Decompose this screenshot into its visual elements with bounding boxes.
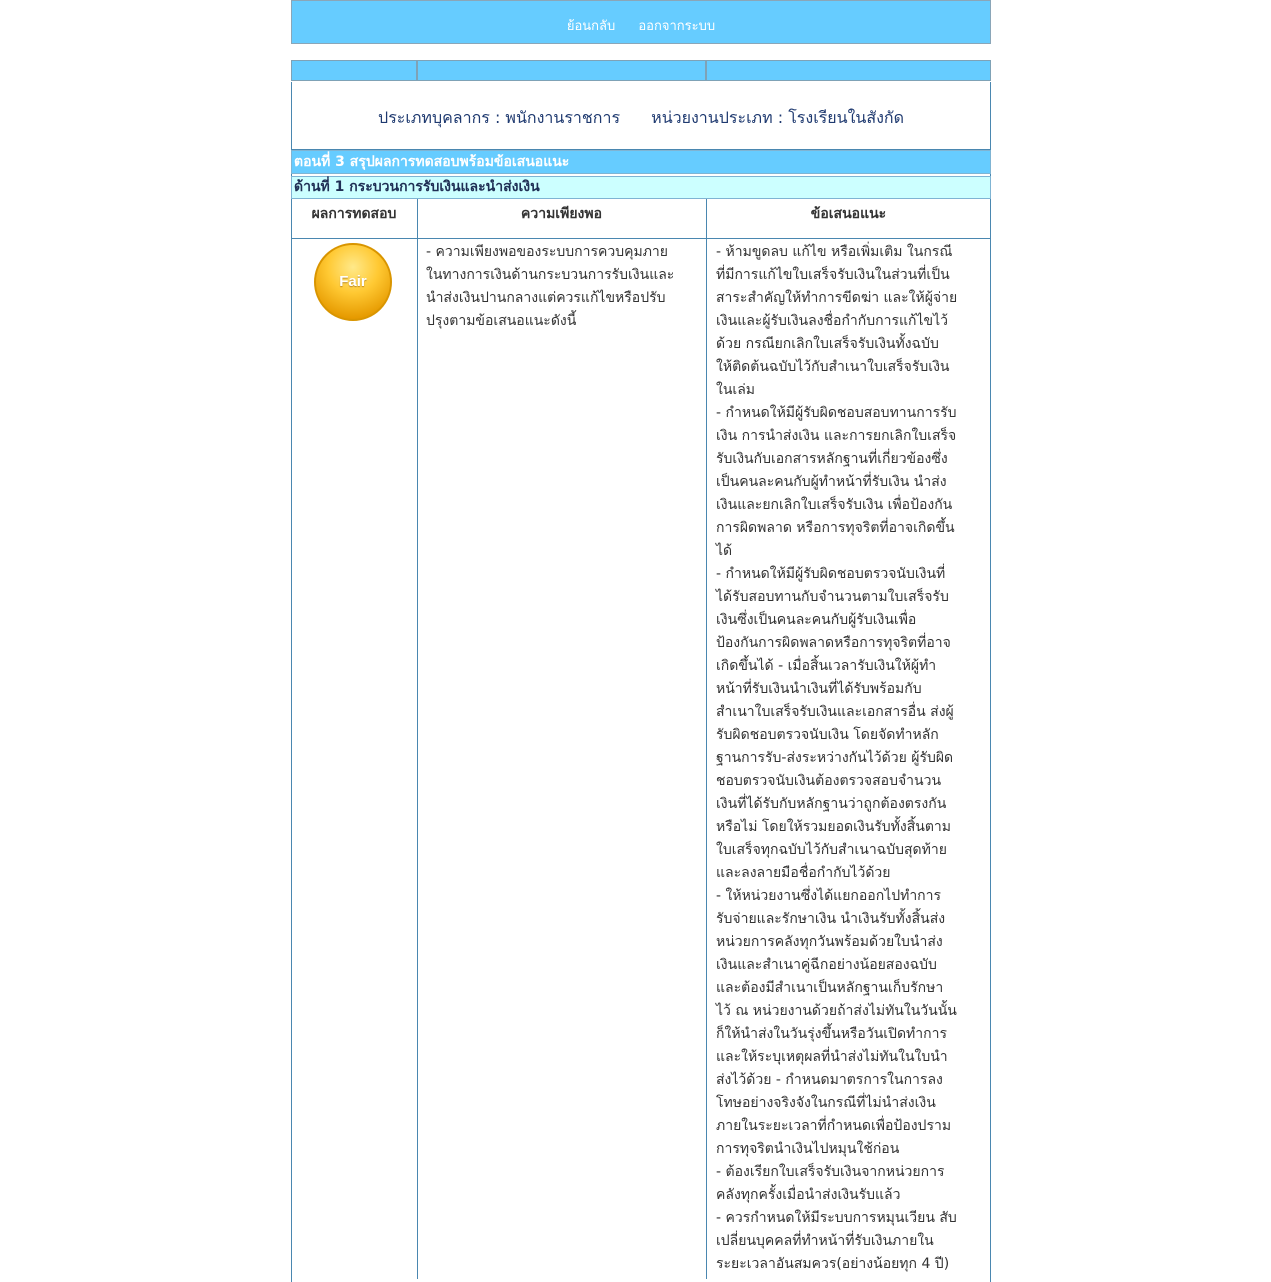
recommendation-line: - กำหนดให้มีผู้รับผิดชอบตรวจนับเงินที่	[716, 566, 946, 582]
aspect-title-bar: ด้านที่ 1 กระบวนการรับเงินและนำส่งเงิน	[291, 176, 991, 199]
recommendation-line: ส่งไว้ด้วย - กำหนดมาตรการในการลง	[716, 1072, 943, 1088]
recommendation-line: สาระสำคัญให้ทำการขีดฆ่า และให้ผู้จ่าย	[716, 290, 958, 306]
recommendation-line: คลังทุกครั้งเมื่อนำส่งเงินรับแล้ว	[716, 1187, 901, 1203]
recommendation-line: เงินที่ได้รับกับหลักฐานว่าถูกต้องตรงกัน	[716, 796, 947, 812]
top-cell-1	[291, 60, 417, 81]
recommendation-line: โทษอย่างจริงจังในกรณีที่ไม่นำส่งเงิน	[716, 1095, 936, 1111]
top-cell-3	[706, 60, 991, 81]
part-title-bar: ตอนที่ 3 สรุปผลการทดสอบพร้อมข้อเสนอแนะ	[291, 150, 991, 174]
table-top-row	[291, 60, 991, 82]
recommendation-line: ก็ให้นำส่งในวันรุ่งขึ้นหรือวันเปิดทำการ	[716, 1026, 947, 1042]
column-header-adequacy: ความเพียงพอ	[417, 199, 706, 239]
recommendation-line: ไว้ ณ หน่วยงานด้วยถ้าส่งไม่ทันในวันนั้น	[716, 1003, 957, 1019]
report-heading: ประเภทบุคลากร : พนักงานราชการ หน่วยงานปร…	[291, 82, 991, 150]
recommendation-line: เป็นคนละคนกับผู้ทำหน้าที่รับเงิน นำส่ง	[716, 474, 947, 490]
column-divider	[706, 199, 707, 1279]
recommendation-line: เงินซึ่งเป็นคนละคนกับผู้รับเงินเพื่อ	[716, 612, 917, 628]
recommendation-line: ด้วย กรณียกเลิกใบเสร็จรับเงินทั้งฉบับ	[716, 336, 939, 352]
recommendation-line: การผิดพลาด หรือการทุจริตที่อาจเกิดขึ้น	[716, 520, 955, 536]
recommendation-line: และให้ระบุเหตุผลที่นำส่งไม่ทันในใบนำ	[716, 1049, 948, 1065]
recommendation-line: ป้องกันการผิดพลาดหรือการทุจริตที่อาจ	[716, 635, 951, 651]
unit-type: หน่วยงานประเภท : โรงเรียนในสังกัด	[651, 108, 904, 127]
result-badge-label: Fair	[339, 273, 367, 290]
recommendation-line: ได้	[716, 543, 733, 559]
recommendation-line: ให้ติดต้นฉบับไว้กับสำเนาใบเสร็จรับเงิน	[716, 359, 950, 375]
adequacy-line: ในทางการเงินด้านกระบวนการรับเงินและ	[426, 267, 675, 283]
recommendation-line: ระยะเวลาอันสมควร(อย่างน้อยทุก 4 ปี)	[716, 1256, 950, 1272]
recommendation-line: - ห้ามขูดลบ แก้ไข หรือเพิ่มเติม ในกรณี	[716, 244, 953, 260]
recommendation-line: ที่มีการแก้ไขใบเสร็จรับเงินในส่วนที่เป็น	[716, 267, 950, 283]
adequacy-line: ปรุงตามข้อเสนอแนะดังนี้	[426, 313, 577, 329]
recommendation-text: - ห้ามขูดลบ แก้ไข หรือเพิ่มเติม ในกรณีที…	[716, 241, 988, 1276]
recommendation-line: เปลี่ยนบุคคลที่ทำหน้าที่รับเงินภายใน	[716, 1233, 934, 1249]
recommendation-line: ชอบตรวจนับเงินต้องตรวจสอบจำนวน	[716, 773, 942, 789]
recommendation-line: และต้องมีสำเนาเป็นหลักฐานเก็บรักษา	[716, 980, 944, 996]
personnel-type: ประเภทบุคลากร : พนักงานราชการ	[378, 108, 621, 127]
recommendation-line: เงินและยกเลิกใบเสร็จรับเงิน เพื่อป้องกัน	[716, 497, 953, 513]
adequacy-line: นำส่งเงินปานกลางแต่ควรแก้ไขหรือปรับ	[426, 290, 666, 306]
column-header-recommendation: ข้อเสนอแนะ	[706, 199, 991, 239]
recommendation-line: รับเงินกับเอกสารหลักฐานที่เกี่ยวข้องซึ่ง	[716, 451, 948, 467]
adequacy-text: - ความเพียงพอของระบบการควบคุมภายในทางการ…	[426, 241, 702, 333]
recommendation-line: - กำหนดให้มีผู้รับผิดชอบสอบทานการรับ	[716, 405, 957, 421]
recommendation-line: ในเล่ม	[716, 382, 755, 398]
recommendation-line: รับผิดชอบตรวจนับเงิน โดยจัดทำหลัก	[716, 727, 939, 743]
recommendation-line: ได้รับสอบทานกับจำนวนตามใบเสร็จรับ	[716, 589, 949, 605]
recommendation-line: ภายในระยะเวลาที่กำหนดเพื่อป้องปราม	[716, 1118, 952, 1134]
adequacy-line: - ความเพียงพอของระบบการควบคุมภาย	[426, 244, 668, 260]
recommendation-line: การทุจริตนำเงินไปหมุนใช้ก่อน	[716, 1141, 900, 1157]
recommendation-line: - ต้องเรียกใบเสร็จรับเงินจากหน่วยการ	[716, 1164, 945, 1180]
recommendation-line: เงินและสำเนาคู่ฉีกอย่างน้อยสองฉบับ	[716, 957, 937, 973]
top-cell-2	[417, 60, 706, 81]
recommendation-line: ใบเสร็จทุกฉบับไว้กับสำเนาฉบับสุดท้าย	[716, 842, 947, 858]
back-link[interactable]: ย้อนกลับ	[567, 15, 615, 36]
recommendation-line: เงินและผู้รับเงินลงชื่อกำกับการแก้ไขไว้	[716, 313, 949, 329]
recommendation-line: และลงลายมือชื่อกำกับไว้ด้วย	[716, 865, 891, 881]
top-nav-bar: ย้อนกลับ ออกจากระบบ	[291, 0, 991, 44]
recommendation-line: หรือไม่ โดยให้รวมยอดเงินรับทั้งสิ้นตาม	[716, 819, 952, 835]
column-divider	[417, 199, 418, 1279]
recommendation-line: ฐานการรับ-ส่งระหว่างกันไว้ด้วย ผู้รับผิด	[716, 750, 954, 766]
recommendation-line: สำเนาใบเสร็จรับเงินและเอกสารอื่น ส่งผู้	[716, 704, 954, 720]
recommendation-line: เงิน การนำส่งเงิน และการยกเลิกใบเสร็จ	[716, 428, 957, 444]
recommendation-line: หน่วยการคลังทุกวันพร้อมด้วยใบนำส่ง	[716, 934, 943, 950]
column-header-result: ผลการทดสอบ	[291, 199, 417, 239]
recommendation-line: รับจ่ายและรักษาเงิน นำเงินรับทั้งสิ้นส่ง	[716, 911, 946, 927]
recommendation-line: - ให้หน่วยงานซึ่งได้แยกออกไปทำการ	[716, 888, 942, 904]
recommendation-line: เกิดขึ้นได้ - เมื่อสิ้นเวลารับเงินให้ผู้…	[716, 658, 937, 674]
result-badge: Fair	[314, 243, 392, 321]
recommendation-line: หน้าที่รับเงินนำเงินที่ได้รับพร้อมกับ	[716, 681, 922, 697]
recommendation-line: - ควรกำหนดให้มีระบบการหมุนเวียน สับ	[716, 1210, 957, 1226]
logout-link[interactable]: ออกจากระบบ	[638, 15, 715, 36]
